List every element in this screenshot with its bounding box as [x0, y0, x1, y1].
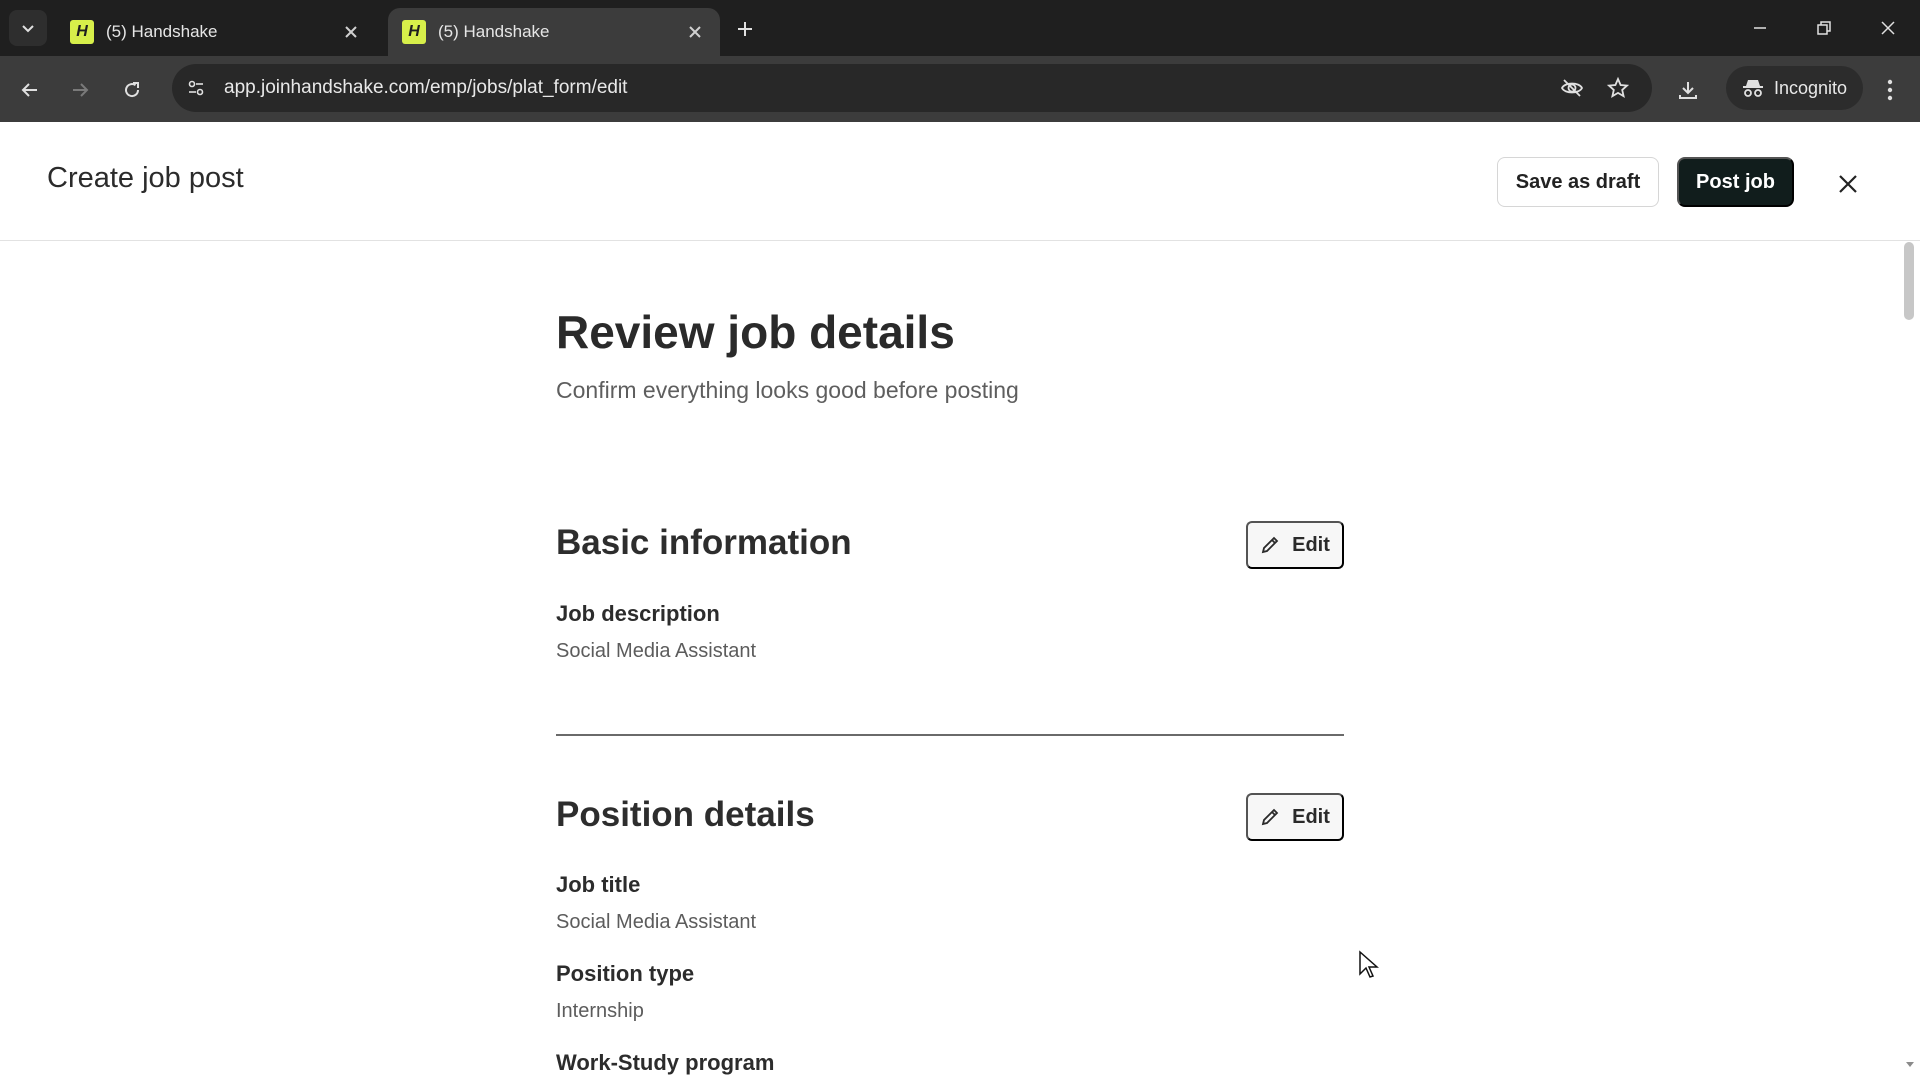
download-button[interactable] [1670, 72, 1706, 108]
page-title: Review job details [556, 306, 955, 358]
scroll-down-arrow-icon[interactable] [1904, 1058, 1916, 1070]
incognito-label: Incognito [1774, 77, 1848, 98]
bookmark-star-icon[interactable] [1600, 70, 1636, 106]
browser-menu-button[interactable] [1872, 72, 1908, 108]
edit-basic-information-button[interactable]: Edit [1246, 521, 1344, 569]
reload-button[interactable] [114, 72, 150, 108]
handshake-favicon-icon: H [70, 20, 94, 44]
plus-icon [738, 22, 752, 36]
browser-tab-2[interactable]: H (5) Handshake [388, 8, 720, 56]
pencil-icon [1261, 808, 1279, 826]
field-label-work-study-program: Work-Study program [556, 1050, 775, 1075]
tab-search-button[interactable] [9, 10, 47, 46]
field-value-job-description: Social Media Assistant [556, 640, 757, 662]
incognito-icon [1743, 80, 1763, 97]
incognito-badge[interactable]: Incognito [1726, 66, 1864, 110]
tab-title: (5) Handshake [106, 22, 218, 41]
handshake-favicon-icon: H [402, 20, 426, 44]
edit-label: Edit [1292, 533, 1330, 556]
browser-tab-1[interactable]: H (5) Handshake [56, 8, 376, 56]
section-title-basic-information: Basic information [556, 523, 852, 562]
mouse-cursor-icon [1359, 950, 1379, 978]
pencil-icon [1261, 536, 1279, 554]
app-title: Create job post [47, 162, 244, 194]
field-value-position-type: Internship [556, 1000, 644, 1022]
browser-toolbar: app.joinhandshake.com/emp/jobs/plat_form… [0, 56, 1920, 122]
download-icon [1679, 82, 1697, 99]
field-label-job-title: Job title [556, 872, 641, 897]
restore-icon [1817, 21, 1831, 35]
close-icon [1881, 21, 1895, 35]
site-settings-icon[interactable] [176, 68, 216, 108]
address-bar[interactable]: app.joinhandshake.com/emp/jobs/plat_form… [172, 64, 1652, 112]
arrow-right-icon [73, 83, 89, 97]
field-label-job-description: Job description [556, 601, 720, 626]
edit-position-details-button[interactable]: Edit [1246, 793, 1344, 841]
section-title-position-details: Position details [556, 795, 815, 834]
field-value-job-title: Social Media Assistant [556, 911, 757, 933]
window-close-button[interactable] [1868, 10, 1908, 46]
tab-close-icon[interactable] [684, 21, 706, 43]
restore-button[interactable] [1804, 10, 1844, 46]
tab-title: (5) Handshake [438, 22, 550, 41]
eye-off-icon[interactable] [1554, 70, 1590, 106]
save-as-draft-button[interactable]: Save as draft [1497, 157, 1659, 207]
arrow-left-icon [21, 83, 37, 97]
browser-tab-bar: H (5) Handshake H (5) Handshake [0, 0, 1920, 56]
minimize-icon [1754, 27, 1766, 29]
section-divider [556, 734, 1344, 736]
forward-button[interactable] [62, 72, 98, 108]
new-tab-button[interactable] [730, 14, 760, 44]
scrollbar-thumb[interactable] [1904, 242, 1914, 320]
tab-close-icon[interactable] [340, 21, 362, 43]
page-subtitle: Confirm everything looks good before pos… [556, 377, 1019, 403]
field-label-position-type: Position type [556, 961, 695, 986]
back-button[interactable] [12, 72, 48, 108]
more-vertical-icon [1887, 79, 1893, 101]
minimize-button[interactable] [1740, 10, 1780, 46]
edit-label: Edit [1292, 805, 1330, 828]
url-text[interactable]: app.joinhandshake.com/emp/jobs/plat_form… [224, 77, 1652, 99]
main-content: Review job details Confirm everything lo… [0, 241, 1920, 1080]
reload-icon [125, 82, 140, 98]
close-icon [1839, 175, 1857, 193]
chevron-down-icon [22, 25, 34, 33]
app-header: Create job post Save as draft Post job [0, 122, 1920, 241]
post-job-button[interactable]: Post job [1677, 157, 1794, 207]
close-editor-button[interactable] [1828, 164, 1868, 204]
